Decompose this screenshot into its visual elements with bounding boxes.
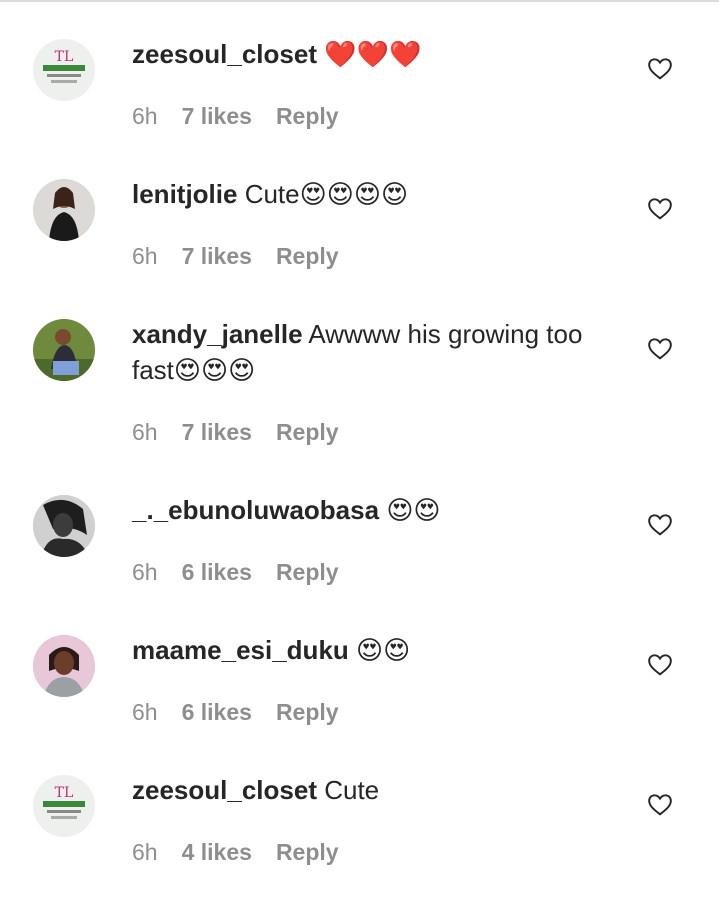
reply-button[interactable]: Reply [276,417,339,447]
comment-meta: 6h 4 likes Reply [132,837,363,867]
like-heart-icon[interactable] [647,512,673,538]
comment-meta: 6h 6 likes Reply [132,557,363,587]
comment-text: maame_esi_duku 😍😍 [132,632,622,669]
heart-eyes-emoji: 😍😍 [356,636,411,666]
avatar[interactable]: TL [33,39,95,101]
like-heart-icon[interactable] [647,652,673,678]
comment-text: zeesoul_closet ❤️❤️❤️ [132,36,622,73]
reply-button[interactable]: Reply [276,101,339,131]
likes-count[interactable]: 4 likes [182,837,252,867]
svg-text:TL: TL [55,49,74,65]
comment-text: zeesoul_closet Cute [132,775,380,805]
heart-emoji: ❤️❤️❤️ [324,40,422,70]
heart-eyes-emoji: 😍😍 [386,496,441,526]
username-link[interactable]: zeesoul_closet [132,39,317,69]
user-photo-icon [33,319,95,381]
likes-count[interactable]: 7 likes [182,417,252,447]
like-heart-icon[interactable] [647,56,673,82]
comment-meta: 6h 6 likes Reply [132,697,363,727]
avatar[interactable] [33,495,95,557]
avatar[interactable]: TL [33,775,95,837]
reply-button[interactable]: Reply [276,557,339,587]
likes-count[interactable]: 7 likes [182,101,252,131]
avatar[interactable] [33,319,95,381]
zeesoul-logo-icon: TL [33,775,95,837]
comment-time: 6h [132,243,158,269]
reply-button[interactable]: Reply [276,697,339,727]
username-link[interactable]: xandy_janelle [132,319,303,349]
user-photo-icon [33,635,95,697]
avatar[interactable] [33,179,95,241]
comment-meta: 6h 7 likes Reply [132,101,363,131]
comment-time: 6h [132,103,158,129]
comment-text: lenitjolie Cute😍😍😍😍 [132,179,409,210]
like-heart-icon[interactable] [647,792,673,818]
comment-meta: 6h 7 likes Reply [132,241,363,271]
like-heart-icon[interactable] [647,196,673,222]
reply-button[interactable]: Reply [276,241,339,271]
svg-text:TL: TL [55,785,74,801]
likes-count[interactable]: 6 likes [182,557,252,587]
top-divider [0,0,719,2]
heart-eyes-emoji: 😍😍😍 [173,356,256,386]
like-heart-icon[interactable] [647,336,673,362]
comment-text: xandy_janelle Awwww his growing too fast… [132,319,583,386]
avatar[interactable] [33,635,95,697]
comment-time: 6h [132,839,158,865]
username-link[interactable]: zeesoul_closet [132,775,317,805]
zeesoul-logo-icon: TL [33,39,95,101]
username-link[interactable]: lenitjolie [132,179,237,209]
username-link[interactable]: _._ebunoluwaobasa [132,495,379,525]
user-photo-icon [33,495,95,557]
comment-text: _._ebunoluwaobasa 😍😍 [132,492,622,529]
comment-time: 6h [132,559,158,585]
comment-meta: 6h 7 likes Reply [132,417,363,447]
likes-count[interactable]: 6 likes [182,697,252,727]
reply-button[interactable]: Reply [276,837,339,867]
username-link[interactable]: maame_esi_duku [132,635,349,665]
heart-eyes-emoji: 😍😍😍😍 [299,180,409,210]
likes-count[interactable]: 7 likes [182,241,252,271]
comment-time: 6h [132,699,158,725]
comment-time: 6h [132,419,158,445]
user-photo-icon [33,179,95,241]
